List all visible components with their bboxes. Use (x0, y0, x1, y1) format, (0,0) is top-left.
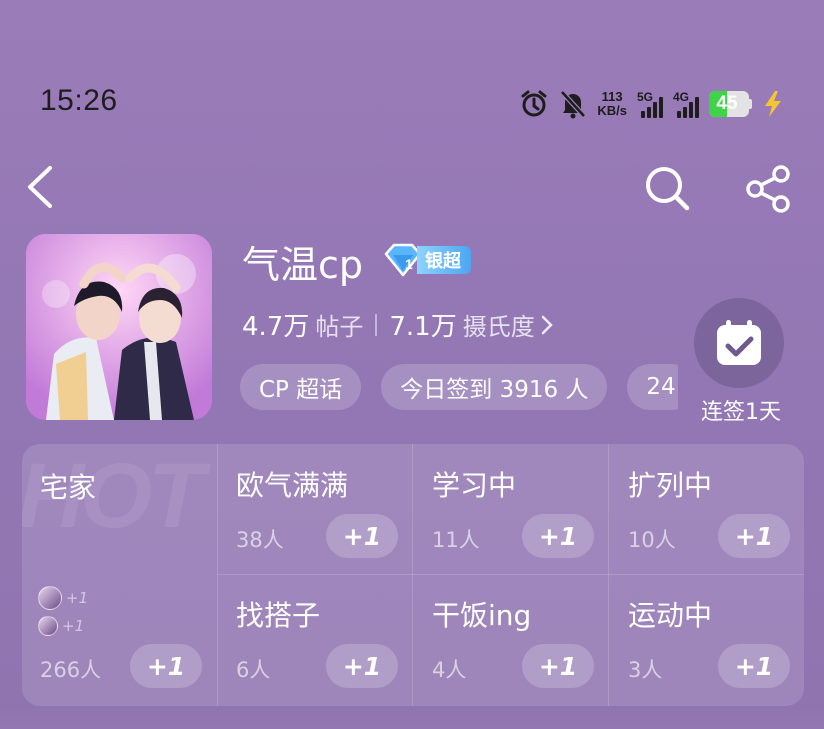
status-icons: 113 KB/s 5G 4G 45 (519, 86, 784, 122)
posts-value: 4.7万 (242, 312, 310, 342)
chip-checkins[interactable]: 今日签到 3916 人 (381, 364, 608, 410)
battery-icon: 45 (709, 91, 752, 117)
status-time: 15:26 (40, 84, 118, 117)
chip-more[interactable]: 24 (627, 364, 678, 410)
signal-5g-icon: 5G (637, 90, 663, 118)
group-name[interactable]: 运动中 (628, 594, 712, 634)
topic-avatar[interactable] (26, 234, 212, 420)
bottom-background (0, 706, 824, 729)
mini-avatar-row: +1 (38, 586, 88, 610)
topic-chips: CP 超话 今日签到 3916 人 24 (240, 364, 678, 410)
signin-button[interactable] (694, 298, 784, 388)
topic-title: 气温cp (242, 243, 364, 287)
plus-one-button[interactable]: +1 (718, 644, 790, 688)
chip-category[interactable]: CP 超话 (240, 364, 362, 410)
divider (412, 444, 413, 706)
posts-label: 帖子 (315, 313, 364, 341)
group-count: 6人 (236, 658, 271, 682)
calendar-check-icon (717, 320, 761, 365)
plus-one-button[interactable]: +1 (522, 514, 594, 558)
avatar-photo (26, 234, 212, 420)
divider (608, 444, 609, 706)
stats-divider (375, 313, 378, 336)
signin-streak: 连签1天 (701, 400, 781, 425)
share-button[interactable] (744, 164, 794, 214)
group-count: 3人 (628, 658, 663, 682)
featured-group-name[interactable]: 宅家 (40, 466, 96, 506)
network-speed-value: 113 (601, 89, 623, 104)
battery-level: 45 (716, 93, 738, 114)
group-name[interactable]: 扩列中 (628, 464, 712, 504)
plus-one-button[interactable]: +1 (130, 644, 202, 688)
status-groups-card: HOT 宅家 +1 +1 266人 +1 欧气满满 38人 +1 学习中 11人… (22, 444, 804, 706)
chevron-right-icon[interactable] (539, 314, 555, 336)
group-count: 4人 (432, 658, 467, 682)
mini-plus-label: +1 (62, 617, 85, 635)
group-count: 38人 (236, 528, 284, 552)
avatar (38, 616, 58, 636)
charging-bolt-icon (765, 91, 781, 117)
level-badge[interactable]: 1 银超 (383, 243, 471, 277)
alarm-icon (521, 90, 547, 117)
plus-one-button[interactable]: +1 (326, 514, 398, 558)
featured-group-count: 266人 (40, 658, 102, 682)
plus-one-button[interactable]: +1 (326, 644, 398, 688)
topic-stats: 4.7万 帖子 7.1万 摄氏度 (242, 306, 555, 343)
heat-value[interactable]: 7.1万 (389, 306, 456, 343)
divider (217, 574, 804, 575)
heat-label[interactable]: 摄氏度 (463, 307, 535, 342)
mini-avatar-row: +1 (38, 616, 84, 636)
signal-4g-icon: 4G (673, 90, 699, 118)
search-button[interactable] (642, 163, 692, 213)
group-name[interactable]: 学习中 (432, 464, 516, 504)
plus-one-button[interactable]: +1 (522, 644, 594, 688)
badge-level: 1 (405, 256, 413, 272)
mute-bell-icon (560, 90, 587, 119)
group-count: 11人 (432, 528, 480, 552)
group-name[interactable]: 干饭ing (432, 594, 531, 634)
group-count: 10人 (628, 528, 676, 552)
group-name[interactable]: 欧气满满 (236, 464, 348, 504)
avatar (38, 586, 62, 610)
badge-label: 银超 (417, 246, 471, 274)
network-speed: 113 KB/s (597, 90, 627, 118)
group-name[interactable]: 找搭子 (236, 594, 320, 634)
mini-plus-label: +1 (66, 589, 89, 607)
network-speed-unit: KB/s (597, 103, 627, 118)
plus-one-button[interactable]: +1 (718, 514, 790, 558)
divider (217, 444, 218, 706)
back-button[interactable] (22, 164, 62, 210)
